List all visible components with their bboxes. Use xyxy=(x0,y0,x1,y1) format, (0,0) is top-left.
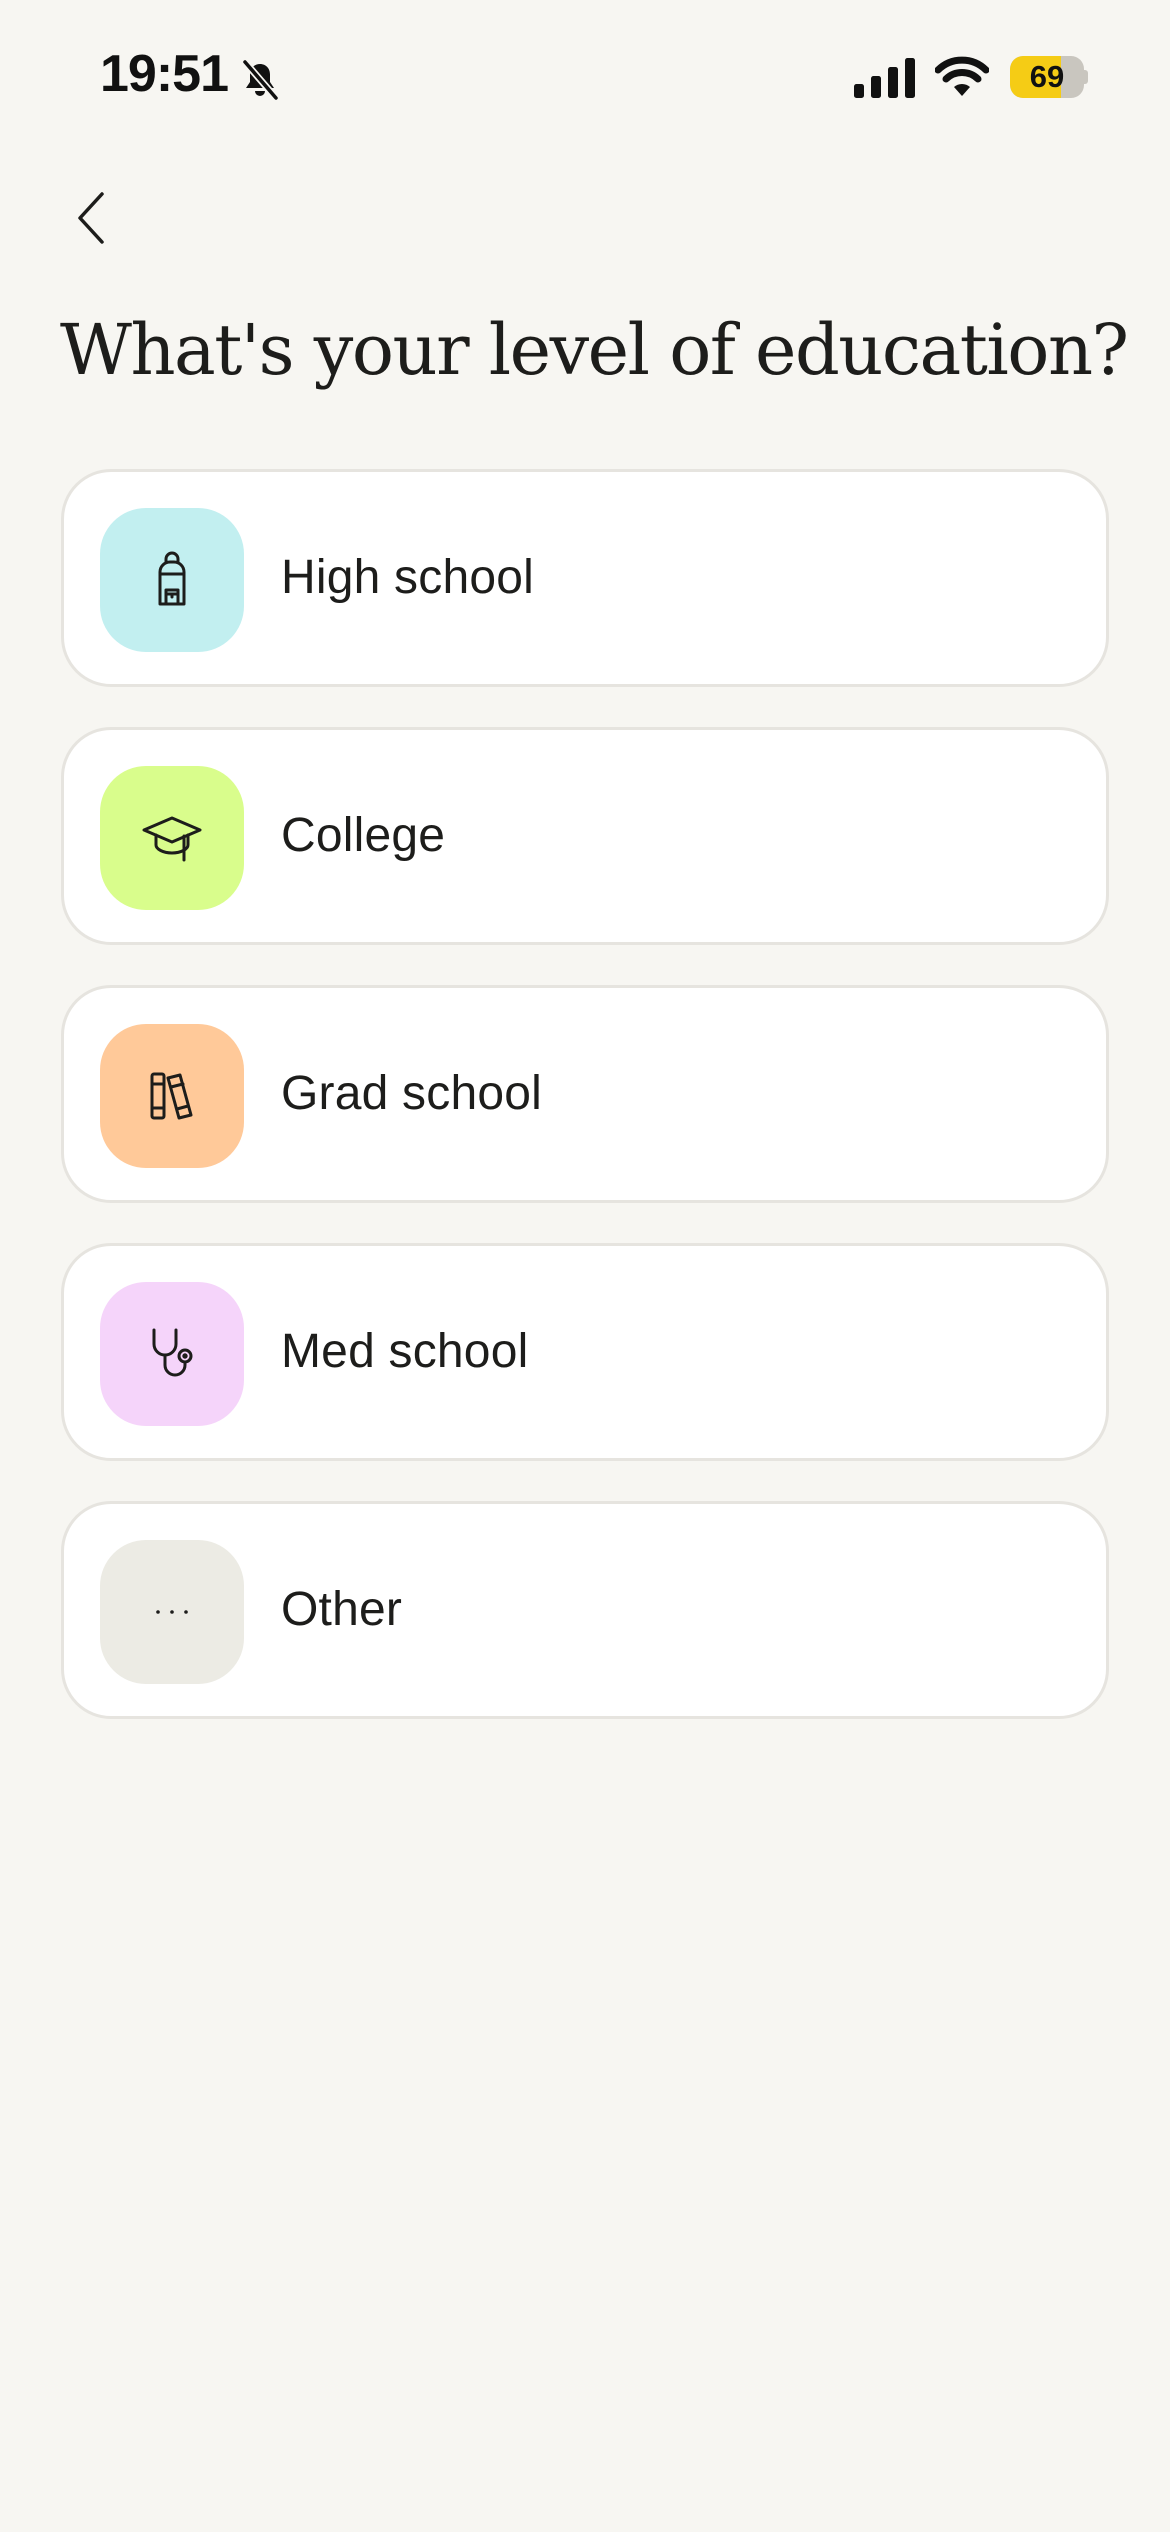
education-options: High school College Grad school Med scho… xyxy=(61,469,1109,1759)
option-icon-tile xyxy=(100,508,244,652)
option-label: Med school xyxy=(281,1325,529,1378)
more-horizontal-icon xyxy=(156,1610,188,1614)
page-title: What's your level of education? xyxy=(60,309,1129,391)
option-icon-tile xyxy=(100,1024,244,1168)
back-button[interactable] xyxy=(62,178,122,258)
status-time: 19:51 xyxy=(100,45,229,103)
signal-icon xyxy=(854,58,915,98)
backpack-icon xyxy=(158,551,186,606)
option-label: Other xyxy=(281,1583,403,1636)
option-grad-school[interactable]: Grad school xyxy=(61,985,1109,1203)
option-label: College xyxy=(281,809,446,862)
option-high-school[interactable]: High school xyxy=(61,469,1109,687)
option-label: Grad school xyxy=(281,1067,542,1120)
option-icon-tile xyxy=(100,1540,244,1684)
bell-muted-icon xyxy=(241,58,280,102)
option-other[interactable]: Other xyxy=(61,1501,1109,1719)
option-icon-tile xyxy=(100,766,244,910)
wifi-icon xyxy=(935,56,989,96)
option-icon-tile xyxy=(100,1282,244,1426)
option-label: High school xyxy=(281,551,535,604)
graduation-cap-icon xyxy=(142,816,202,862)
option-med-school[interactable]: Med school xyxy=(61,1243,1109,1461)
option-college[interactable]: College xyxy=(61,727,1109,945)
stethoscope-icon xyxy=(152,1328,193,1377)
books-icon xyxy=(150,1072,193,1120)
status-bar: 19:51 69 xyxy=(0,0,1170,150)
battery-percent: 69 xyxy=(1029,59,1065,94)
battery-icon: 69 xyxy=(1010,56,1088,98)
chevron-left-icon xyxy=(78,192,104,244)
